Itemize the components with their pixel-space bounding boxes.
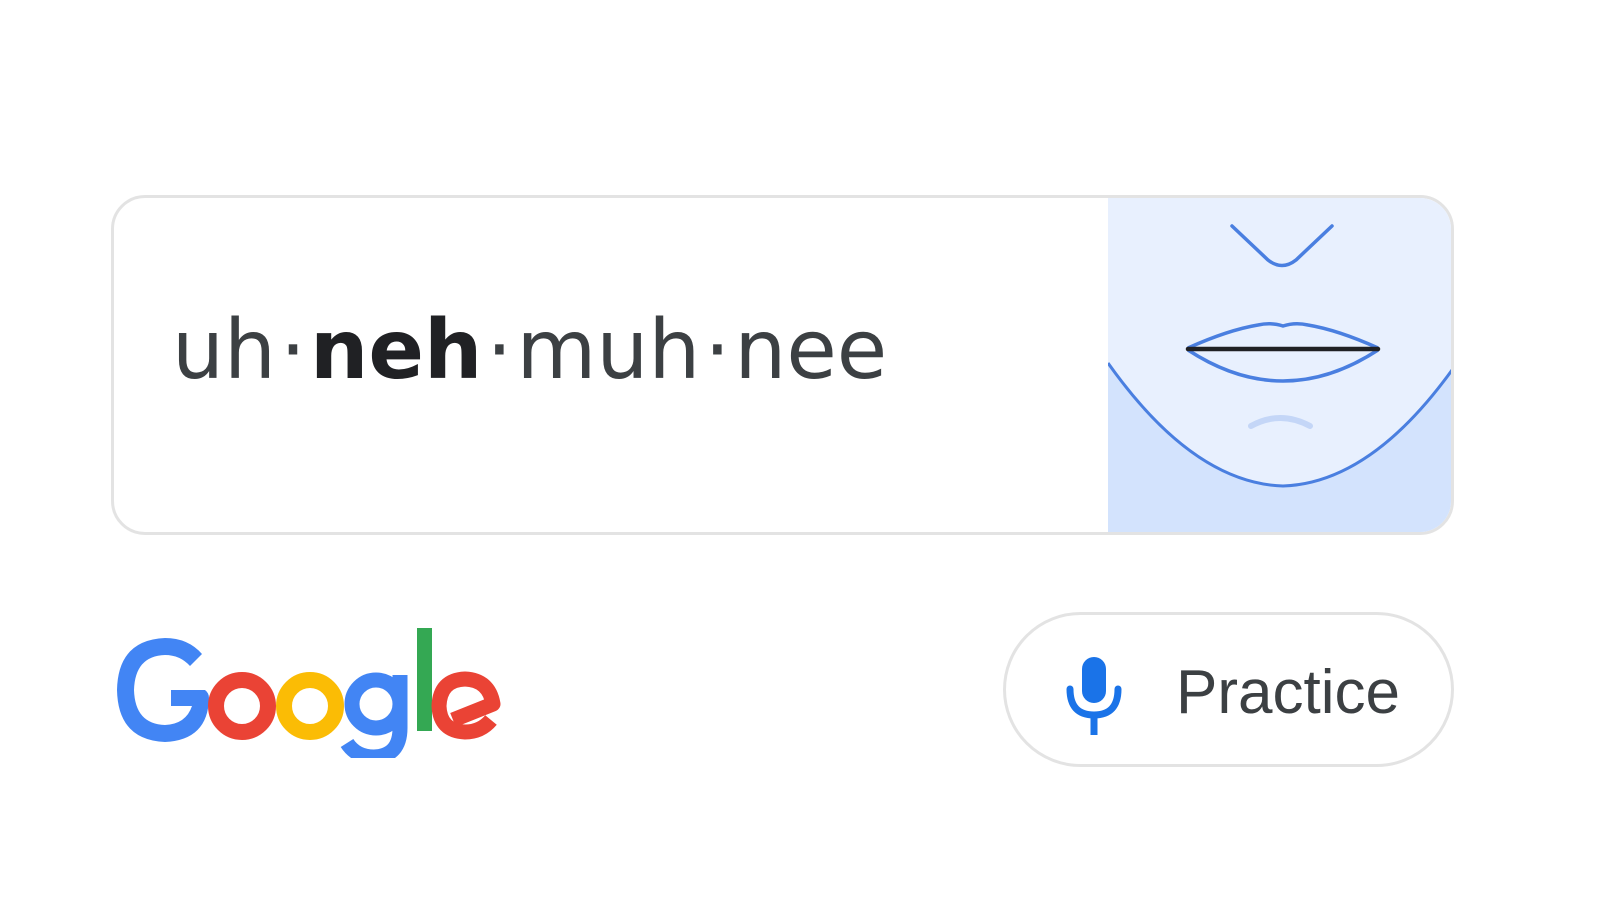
- syllable-separator: ·: [486, 303, 513, 398]
- pronunciation-card: uh·neh·muh·nee: [111, 195, 1454, 535]
- google-logo: Google: [113, 628, 503, 765]
- mouth-illustration-panel: [1108, 198, 1451, 532]
- stressed-syllable: neh: [310, 303, 483, 398]
- syllable: muh: [516, 303, 701, 398]
- lower-lip: [1187, 348, 1379, 383]
- phonetic-spelling: uh·neh·muh·nee: [172, 310, 887, 392]
- microphone-icon: [1066, 657, 1122, 735]
- practice-button[interactable]: Practice: [1003, 612, 1454, 767]
- upper-lip: [1187, 321, 1379, 350]
- pronunciation-widget: uh·neh·muh·nee Practice: [0, 0, 1600, 900]
- google-logo-icon: [117, 628, 501, 765]
- syllable: uh: [172, 303, 276, 398]
- practice-button-label: Practice: [1176, 658, 1400, 727]
- nose-outline: [1230, 224, 1334, 268]
- mouth-shape-icon: [1108, 224, 1451, 532]
- chin-crease: [1248, 415, 1313, 429]
- syllable-separator: ·: [704, 303, 731, 398]
- syllable: nee: [734, 303, 888, 398]
- chin-shading: [1108, 363, 1451, 532]
- syllable-separator: ·: [279, 303, 307, 398]
